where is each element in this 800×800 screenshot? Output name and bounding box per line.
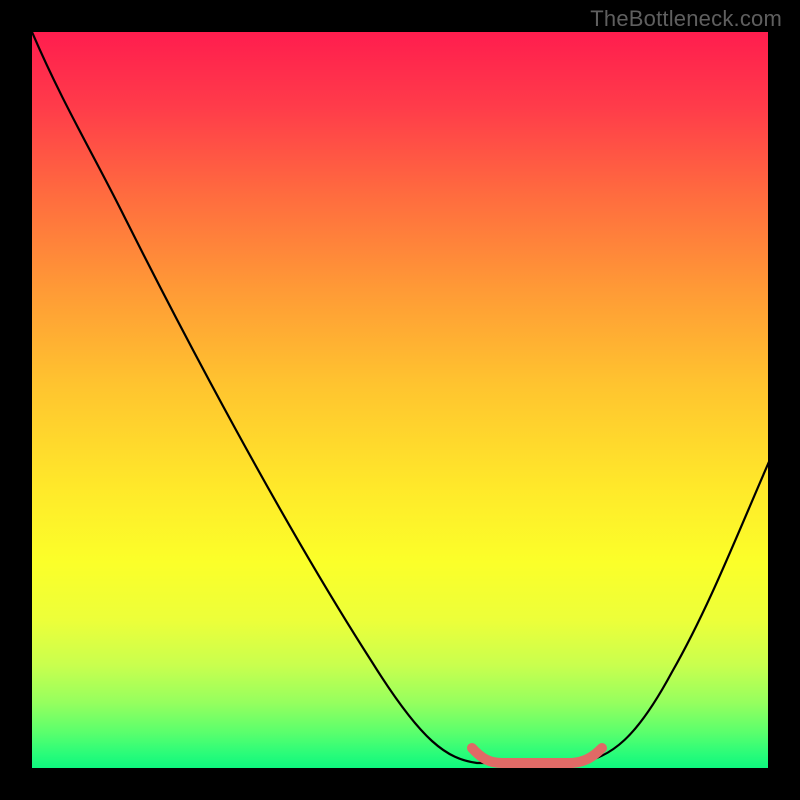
curve-layer — [32, 32, 768, 768]
chart-container: TheBottleneck.com — [0, 0, 800, 800]
watermark-text: TheBottleneck.com — [590, 6, 782, 32]
plot-area — [32, 32, 768, 768]
bottleneck-curve — [32, 32, 768, 763]
trough-highlight — [472, 748, 602, 763]
